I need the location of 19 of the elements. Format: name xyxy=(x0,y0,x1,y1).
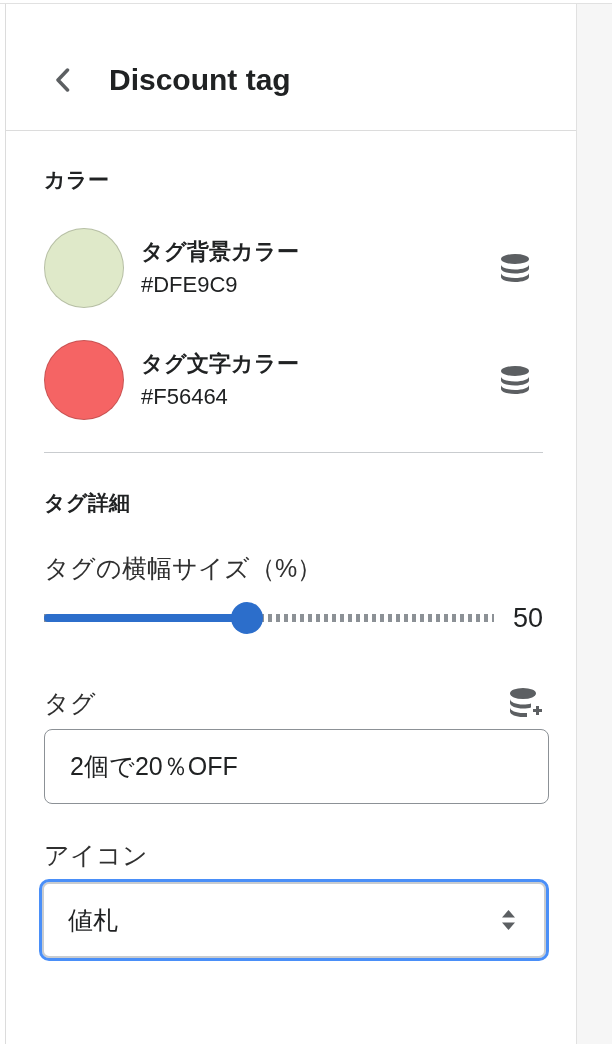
color-value: #DFE9C9 xyxy=(141,271,238,299)
chevron-left-icon xyxy=(54,68,70,92)
select-field[interactable]: 値札 xyxy=(39,879,549,961)
color-label: タグ文字カラー xyxy=(141,350,299,378)
field-label: アイコン xyxy=(44,840,148,871)
section-heading: カラー xyxy=(44,167,109,193)
field-label: タグ xyxy=(44,688,96,719)
slider-value: 50 xyxy=(512,602,543,634)
color-value: #F56464 xyxy=(141,383,228,411)
database-plus-icon[interactable] xyxy=(509,687,543,719)
up-down-arrows-icon xyxy=(502,910,515,930)
color-label: タグ背景カラー xyxy=(141,238,299,266)
slider-thumb[interactable] xyxy=(230,602,263,634)
text-field[interactable]: 2個で20％OFF xyxy=(44,729,549,804)
section-heading: タグ詳細 xyxy=(44,490,130,516)
field-label: タグの横幅サイズ（%） xyxy=(44,553,323,584)
database-icon[interactable] xyxy=(500,366,530,394)
panel-title: Discount tag xyxy=(109,62,291,98)
database-icon[interactable] xyxy=(500,254,530,282)
